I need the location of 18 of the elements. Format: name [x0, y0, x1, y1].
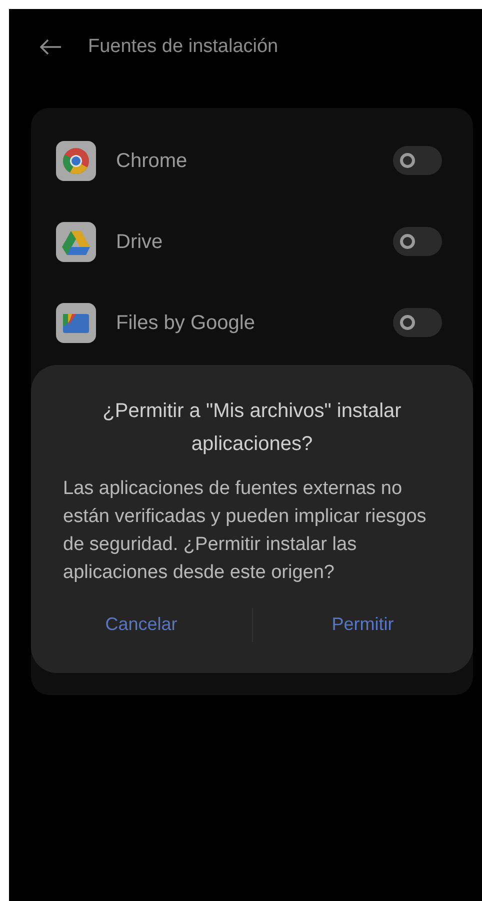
app-icon [56, 302, 96, 342]
app-name: Chrome [116, 148, 188, 174]
app-row[interactable]: Drive [31, 201, 473, 282]
app-name: Files by Google [116, 310, 256, 336]
dialog-button[interactable]: Cancelar [99, 607, 184, 642]
app-name: Drive [116, 230, 164, 254]
app-icon [56, 140, 96, 180]
app-icon [56, 222, 96, 262]
back-arrow-icon [40, 39, 62, 55]
dialog-title: ¿Permitir a "Mis archivos" instalar aplicaciones? [102, 399, 402, 457]
dialog-message: Las aplicaciones de fuentes externas no están verificadas y pueden implicar riesgos de seguridad. ¿Permitir instalar las aplicaciones desde este origen? [63, 477, 428, 585]
dialog-button[interactable]: Permitir [326, 607, 400, 642]
toggle-switch[interactable] [393, 146, 442, 175]
app-row[interactable]: Chrome [31, 120, 473, 201]
toggle-switch[interactable] [393, 308, 442, 337]
app-row[interactable]: Files by Google [31, 282, 473, 363]
page-title: Fuentes de instalación [88, 34, 278, 59]
toggle-switch[interactable] [393, 227, 442, 256]
